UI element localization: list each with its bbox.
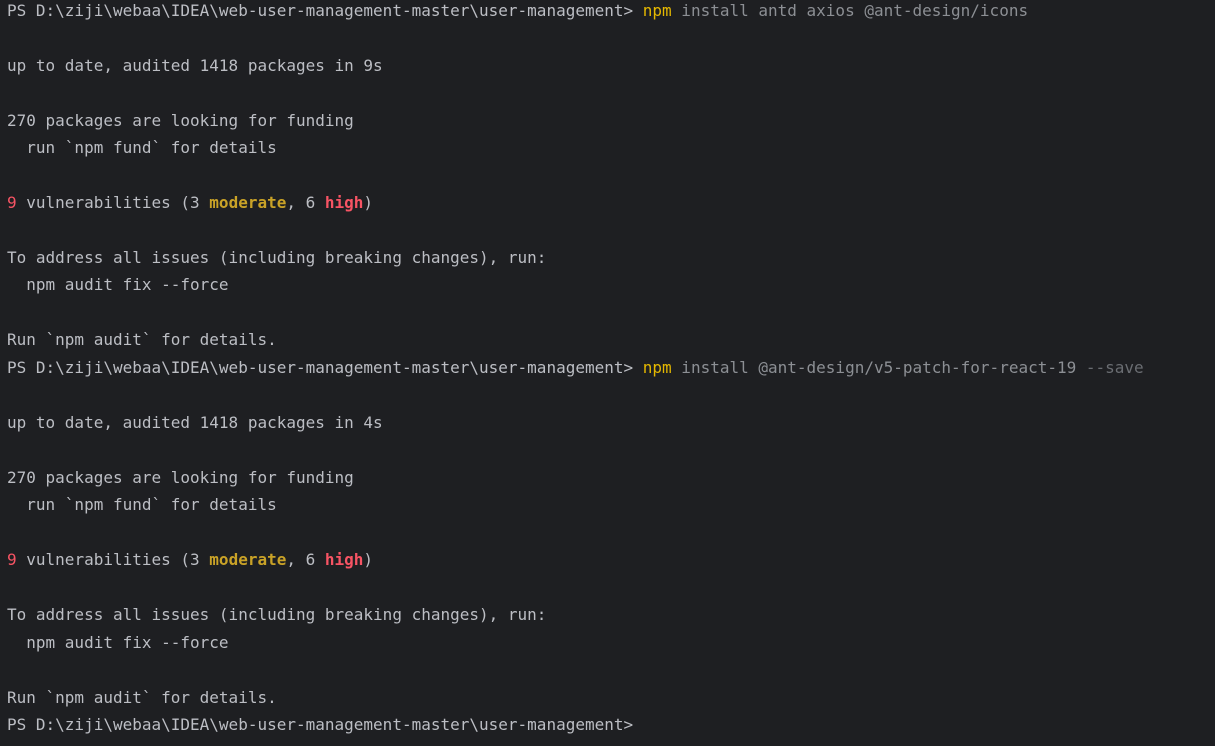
terminal-output[interactable]: PS D:\ziji\webaa\IDEA\web-user-managemen… [0,0,1215,746]
audit-hint: Run `npm audit` for details. [7,330,277,349]
fix-command: npm audit fix --force [7,633,229,652]
audit-hint: Run `npm audit` for details. [7,688,277,707]
vulnerability-count: 9 [7,193,17,212]
vulnerability-text: ) [363,193,374,212]
command-name: npm [642,1,672,20]
high-label: high [324,193,364,212]
command-line-2: PS D:\ziji\webaa\IDEA\web-user-managemen… [7,354,1144,381]
prompt: PS D:\ziji\webaa\IDEA\web-user-managemen… [7,715,643,734]
command-args: install @ant-design/v5-patch-for-react-1… [671,358,1086,377]
prompt: PS D:\ziji\webaa\IDEA\web-user-managemen… [7,1,643,20]
moderate-label: moderate [209,550,287,569]
audit-summary: up to date, audited 1418 packages in 9s [7,56,383,75]
vulnerability-text: vulnerabilities (3 [16,550,210,569]
moderate-label: moderate [209,193,287,212]
vulnerability-summary: 9 vulnerabilities (3 moderate, 6 high) [7,189,373,216]
vulnerability-text: , 6 [286,193,325,212]
fix-advice: To address all issues (including breakin… [7,248,547,267]
prompt: PS D:\ziji\webaa\IDEA\web-user-managemen… [7,358,643,377]
command-args: install antd axios @ant-design/icons [671,1,1029,20]
vulnerability-count: 9 [7,550,17,569]
vulnerability-text: , 6 [286,550,325,569]
audit-summary: up to date, audited 1418 packages in 4s [7,413,383,432]
vulnerability-summary: 9 vulnerabilities (3 moderate, 6 high) [7,546,373,573]
active-prompt-line[interactable]: PS D:\ziji\webaa\IDEA\web-user-managemen… [7,711,643,738]
funding-hint: run `npm fund` for details [7,495,277,514]
fix-advice: To address all issues (including breakin… [7,605,547,624]
high-label: high [324,550,364,569]
funding-notice: 270 packages are looking for funding [7,468,354,487]
vulnerability-text: ) [363,550,374,569]
command-name: npm [642,358,672,377]
funding-hint: run `npm fund` for details [7,138,277,157]
funding-notice: 270 packages are looking for funding [7,111,354,130]
vulnerability-text: vulnerabilities (3 [16,193,210,212]
command-line-1: PS D:\ziji\webaa\IDEA\web-user-managemen… [7,0,1028,24]
command-flag: --save [1085,358,1144,377]
fix-command: npm audit fix --force [7,275,229,294]
